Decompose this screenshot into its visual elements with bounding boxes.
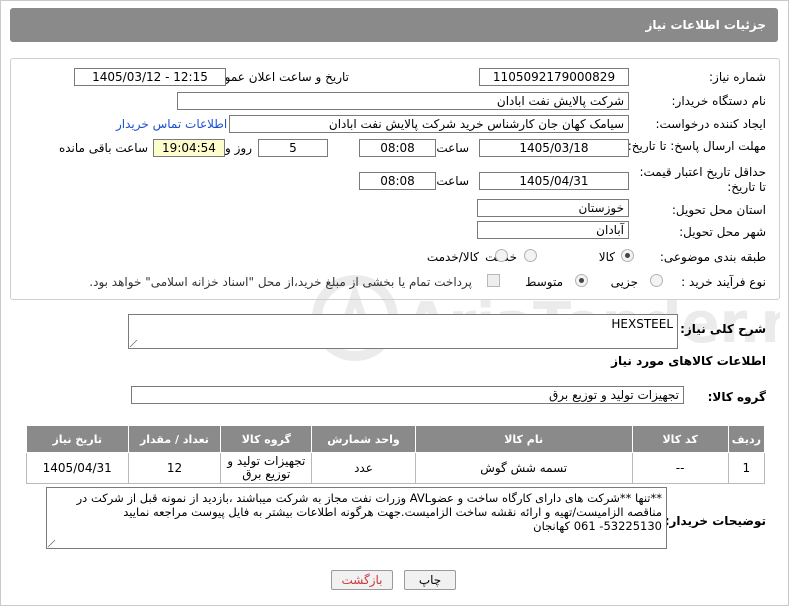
city-field: آبادان bbox=[477, 221, 629, 239]
category-label: طبقه بندی موضوعی: bbox=[659, 250, 766, 264]
col-unit: واحد شمارش bbox=[311, 425, 416, 453]
col-qty: تعداد / مقدار bbox=[127, 425, 222, 453]
cell-unit: عدد bbox=[311, 452, 416, 484]
price-validity-label: حداقل تاریخ اعتبار قیمت: تا تاریخ: bbox=[639, 165, 766, 194]
goods-group-label: گروه کالا: bbox=[707, 390, 766, 404]
col-row: ردیف bbox=[727, 425, 766, 453]
price-date-field: 1405/04/31 bbox=[479, 172, 629, 190]
category-goods-service-radio[interactable] bbox=[495, 249, 508, 262]
announce-field: 1405/03/12 - 12:15 bbox=[74, 68, 226, 86]
remaining-time-field: 19:04:54 bbox=[153, 139, 225, 157]
need-number-field: 1105092179000829 bbox=[479, 68, 629, 86]
resize-grip-icon[interactable] bbox=[47, 540, 63, 547]
category-goods-radio[interactable] bbox=[621, 249, 634, 262]
days-label: روز و bbox=[225, 141, 252, 155]
reply-deadline-label: مهلت ارسال پاسخ: تا تاریخ: bbox=[627, 139, 766, 153]
buyer-notes-box: **تنها **شرکت های دارای کارگاه ساخت و عض… bbox=[46, 487, 667, 549]
city-label: شهر محل تحویل: bbox=[679, 225, 766, 239]
cell-row: 1 bbox=[727, 452, 766, 484]
cell-date: 1405/04/31 bbox=[26, 452, 129, 484]
resize-grip-icon[interactable] bbox=[129, 340, 145, 347]
items-table: ردیف کد کالا نام کالا واحد شمارش گروه کا… bbox=[26, 425, 766, 484]
items-header-row: ردیف کد کالا نام کالا واحد شمارش گروه کا… bbox=[26, 425, 766, 453]
process-medium-label: متوسط bbox=[525, 275, 563, 289]
table-row: 1 -- تسمه شش گوش عدد تجهیزات تولید و توز… bbox=[26, 452, 766, 484]
treasury-bond-checkbox[interactable] bbox=[487, 274, 500, 287]
general-desc-value: HEXSTEEL bbox=[611, 317, 673, 331]
buyer-notes-label: توضیحات خریدار: bbox=[664, 514, 766, 528]
contact-info-link[interactable]: اطلاعات تماس خریدار bbox=[116, 117, 227, 131]
col-group: گروه کالا bbox=[220, 425, 313, 453]
goods-info-title: اطلاعات کالاهای مورد نیاز bbox=[611, 354, 766, 368]
price-time-field: 08:08 bbox=[359, 172, 436, 190]
province-field: خوزستان bbox=[477, 199, 629, 217]
cell-group: تجهیزات تولید و توزیع برق bbox=[220, 452, 313, 484]
reply-time-label: ساعت bbox=[436, 141, 469, 155]
col-name: نام کالا bbox=[414, 425, 633, 453]
process-small-label: جزیی bbox=[610, 275, 638, 289]
requester-field: سیامک کهان جان کارشناس خرید شرکت پالایش … bbox=[229, 115, 629, 133]
reply-date-field: 1405/03/18 bbox=[479, 139, 629, 157]
process-medium-radio[interactable] bbox=[575, 274, 588, 287]
print-button[interactable]: چاپ bbox=[404, 570, 456, 590]
back-button[interactable]: بازگشت bbox=[331, 570, 393, 590]
category-goods-label: کالا bbox=[598, 250, 615, 264]
buyer-notes-line-2: مناقصه الزامیست/تهیه و ارائه نقشه ساخت ا… bbox=[123, 505, 662, 519]
province-label: استان محل تحویل: bbox=[671, 203, 766, 217]
buyer-org-label: نام دستگاه خریدار: bbox=[671, 94, 767, 108]
requester-label: ایجاد کننده درخواست: bbox=[655, 117, 766, 131]
buyer-notes-line-3: 53225130- 061 کهانجان bbox=[533, 519, 662, 533]
process-small-radio[interactable] bbox=[650, 274, 663, 287]
page-title: جزئیات اطلاعات نیاز bbox=[645, 18, 766, 32]
goods-group-field: تجهیزات تولید و توزیع برق bbox=[131, 386, 684, 404]
need-number-label: شماره نیاز: bbox=[709, 70, 766, 84]
cell-qty: 12 bbox=[127, 452, 222, 484]
general-desc-box: HEXSTEEL bbox=[128, 314, 678, 349]
buyer-notes-line-1: **تنها **شرکت های دارای کارگاه ساخت و عض… bbox=[76, 491, 662, 505]
col-date: تاریخ نیاز bbox=[26, 425, 129, 453]
category-service-radio[interactable] bbox=[524, 249, 537, 262]
payment-note: پرداخت تمام یا بخشی از مبلغ خرید،از محل … bbox=[89, 275, 472, 289]
reply-time-field: 08:08 bbox=[359, 139, 436, 157]
remaining-label: ساعت باقی مانده bbox=[58, 141, 148, 155]
category-goods-service-label: کالا/خدمت bbox=[426, 250, 479, 264]
general-desc-label: شرح کلی نیاز: bbox=[680, 322, 766, 336]
days-field: 5 bbox=[258, 139, 328, 157]
col-code: کد کالا bbox=[631, 425, 729, 453]
process-label: نوع فرآیند خرید : bbox=[681, 275, 766, 289]
buyer-org-field: شرکت پالایش نفت ابادان bbox=[177, 92, 629, 110]
page-header: جزئیات اطلاعات نیاز bbox=[10, 8, 778, 42]
cell-code: -- bbox=[631, 452, 729, 484]
price-time-label: ساعت bbox=[436, 174, 469, 188]
cell-name: تسمه شش گوش bbox=[414, 452, 633, 484]
